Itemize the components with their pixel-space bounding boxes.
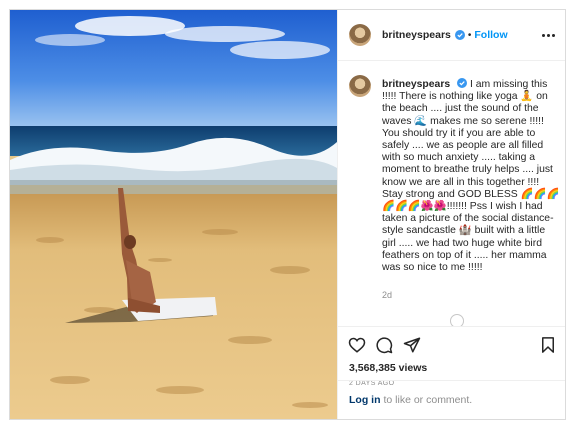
bookmark-icon[interactable] bbox=[539, 336, 557, 354]
avatar[interactable] bbox=[349, 24, 371, 46]
caption-username[interactable]: britneyspears bbox=[382, 79, 450, 90]
post-header: britneyspears • Follow bbox=[338, 10, 565, 61]
login-prompt: Log in to like or comment. bbox=[338, 380, 565, 419]
caption-verified-badge-icon bbox=[457, 78, 468, 88]
caption-text: britneyspears I am missing this !!!!! Th… bbox=[382, 78, 560, 274]
follow-button[interactable]: Follow bbox=[474, 29, 507, 41]
caption-body: I am missing this !!!!! There is nothing… bbox=[382, 79, 560, 274]
comment-icon[interactable] bbox=[375, 336, 393, 354]
heart-icon[interactable] bbox=[348, 336, 366, 354]
post-sidebar: britneyspears • Follow britneyspears I a… bbox=[337, 10, 565, 419]
view-count[interactable]: 3,568,385 views bbox=[349, 362, 427, 374]
post-card: britneyspears • Follow britneyspears I a… bbox=[9, 9, 566, 420]
header-separator: • bbox=[467, 29, 472, 41]
load-more-icon[interactable] bbox=[450, 314, 464, 326]
comments-area[interactable]: britneyspears I am missing this !!!!! Th… bbox=[338, 61, 565, 326]
login-link[interactable]: Log in bbox=[349, 394, 381, 406]
verified-badge-icon bbox=[454, 30, 465, 40]
paper-plane-icon[interactable] bbox=[403, 336, 421, 354]
post-photo[interactable] bbox=[10, 10, 337, 419]
header-username[interactable]: britneyspears bbox=[382, 29, 451, 41]
login-suffix: to like or comment. bbox=[383, 394, 473, 406]
caption-avatar[interactable] bbox=[349, 75, 371, 97]
beach-yoga-scene bbox=[10, 10, 337, 419]
caption-time-ago[interactable]: 2d bbox=[382, 290, 392, 300]
more-options-icon[interactable] bbox=[540, 28, 556, 42]
